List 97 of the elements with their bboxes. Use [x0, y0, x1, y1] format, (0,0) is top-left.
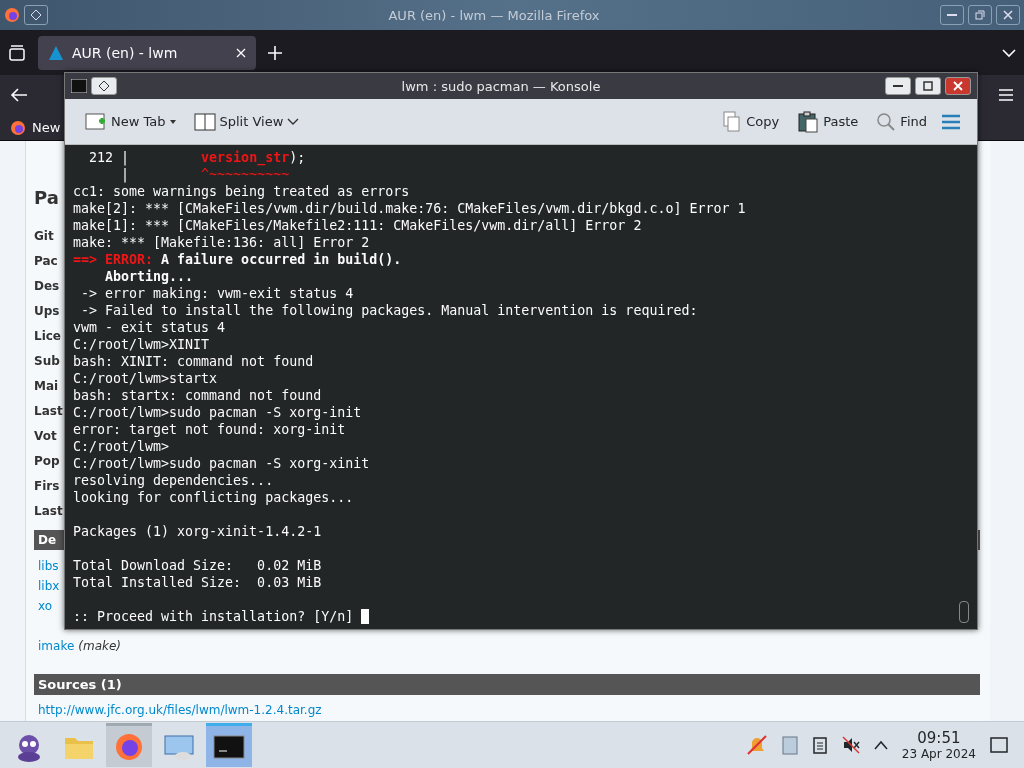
caret-icon	[169, 119, 176, 124]
muted-bell-icon	[745, 734, 768, 756]
dependency-link[interactable]: libx	[38, 576, 60, 596]
close-icon	[236, 47, 246, 58]
browser-tab[interactable]: AUR (en) - lwm	[38, 35, 256, 70]
copy-button[interactable]: Copy	[718, 106, 784, 137]
dependency-link[interactable]: libs	[38, 556, 59, 576]
search-icon	[876, 111, 897, 132]
minimize-icon	[947, 14, 957, 16]
detail-label: Last	[34, 403, 63, 420]
terminal-line: -> error making: vwm-exit status 4	[80, 285, 355, 302]
taskbar-item[interactable]	[206, 723, 252, 767]
new-tab-icon	[85, 111, 107, 132]
diamond-icon	[31, 10, 41, 20]
scrollbar-handle[interactable]	[959, 601, 969, 623]
detail-label: Pac	[34, 253, 58, 270]
detail-label: Lice	[34, 328, 61, 345]
fox-globe-icon	[114, 731, 144, 762]
chevron-down-icon	[287, 116, 300, 127]
terminal-line: Total Download Size: 0.02 MiB	[73, 557, 323, 574]
terminal-line: Aborting...	[104, 268, 195, 285]
terminal-line: Packages (1) xorg-xinit-1.4.2-1	[73, 523, 323, 540]
tab-title: AUR (en) - lwm	[72, 44, 179, 61]
tab-list-icon	[8, 43, 26, 62]
terminal-line: 212 | version_str);	[88, 149, 307, 166]
fox-globe-icon	[10, 119, 26, 136]
menu-icon	[941, 113, 961, 130]
close-button[interactable]	[996, 5, 1020, 25]
terminal-line: C:/root/lwm>	[73, 438, 171, 455]
terminal-line: -> Failed to install the following packages. Manual intervention is required:	[80, 302, 699, 319]
pin-button[interactable]	[24, 5, 48, 25]
muted-speaker-icon	[841, 736, 860, 754]
maximize-icon	[923, 81, 933, 92]
dependency-note: (make)	[78, 638, 122, 655]
detail-label: Des	[34, 278, 60, 295]
terminal-line: error: target not found: xorg-init	[73, 421, 347, 438]
minimize-icon	[893, 85, 903, 88]
close-icon	[953, 81, 963, 92]
window-title: AUR (en) - lwm — Mozilla Firefox	[387, 7, 601, 23]
terminal-line: C:/root/lwm>sudo pacman -S xorg-init	[73, 404, 363, 421]
terminal-line: Total Installed Size: 0.03 MiB	[73, 574, 323, 591]
terminal-line: cc1: some warnings being treated as errors	[73, 183, 411, 200]
terminal-line: looking for conflicting packages...	[73, 489, 355, 506]
source-link[interactable]: http://www.jfc.org.uk/files/lwm/lwm-1.2.4.tar.gz	[38, 700, 322, 720]
clock-date: 23 Apr 2024	[901, 747, 976, 761]
chevron-up-icon	[873, 740, 888, 750]
terminal-line: C:/root/lwm>XINIT	[73, 336, 211, 353]
split-view-icon	[193, 111, 216, 132]
page-heading: Pa	[34, 187, 59, 210]
terminal-line: vwm - exit status 4	[73, 319, 227, 336]
window-title: lwm : sudo pacman — Konsole	[400, 78, 602, 94]
show-desktop-icon	[990, 737, 1008, 753]
clock-time: 09:51	[917, 729, 961, 747]
maximize-button[interactable]	[915, 77, 941, 96]
terminal-line: bash: startx: command not found	[73, 387, 323, 404]
menu-icon	[998, 88, 1014, 102]
close-icon	[1003, 10, 1013, 20]
minimize-button[interactable]	[940, 5, 964, 25]
copy-icon	[722, 110, 743, 133]
plus-icon	[268, 45, 282, 60]
terminal-line: bash: XINIT: command not found	[73, 353, 315, 370]
minimize-button[interactable]	[885, 77, 911, 96]
detail-label: Last	[34, 503, 63, 520]
terminal-line: make[1]: *** [CMakeFiles/Makefile2:111: CMakeFiles/vwm.dir/all] Error 2	[73, 217, 643, 234]
detail-label: Vot	[34, 428, 57, 445]
triangle-logo-icon	[48, 44, 64, 61]
terminal-icon	[213, 734, 245, 759]
fox-globe-icon	[4, 7, 20, 23]
dependency-link[interactable]: imake	[38, 636, 75, 656]
monitor-icon	[163, 732, 195, 761]
back-arrow-icon	[10, 86, 28, 104]
section-header: Sources (1)	[38, 677, 122, 692]
close-button[interactable]	[945, 77, 971, 96]
detail-label: Mai	[34, 378, 59, 395]
terminal-icon	[71, 79, 87, 94]
pin-button[interactable]	[91, 77, 117, 96]
terminal-line: resolving dependencies...	[73, 472, 275, 489]
terminal-line: C:/root/lwm>startx	[73, 370, 219, 387]
detail-label: Pop	[34, 453, 60, 470]
terminal-line: make[2]: *** [CMakeFiles/vwm.dir/build.make:76: CMakeFiles/vwm.dir/bkgd.c.o] Error 1	[73, 200, 747, 217]
restore-icon	[975, 10, 985, 20]
detail-label: Sub	[34, 353, 60, 370]
bookmark-link[interactable]: New	[32, 120, 61, 135]
section-header: De	[38, 533, 57, 547]
detail-label: Firs	[34, 478, 60, 495]
dependency-link[interactable]: xo	[38, 596, 53, 616]
split-view-button[interactable]: Split View	[189, 106, 304, 137]
detail-label: Git	[34, 228, 54, 245]
terminal-line: | ^~~~~~~~~~~	[120, 166, 291, 183]
terminal-line: C:/root/lwm>sudo pacman -S xorg-xinit	[73, 455, 371, 472]
diamond-icon	[99, 81, 109, 92]
paste-button[interactable]: Paste	[793, 106, 863, 137]
detail-label: Ups	[34, 303, 60, 320]
terminal-line: ==> ERROR: A failure occurred in build().	[73, 251, 403, 268]
terminal-line: make: *** [Makefile:136: all] Error 2	[73, 234, 371, 251]
find-button[interactable]: Find	[872, 106, 931, 137]
new-tab-button[interactable]: New Tab	[81, 106, 180, 137]
